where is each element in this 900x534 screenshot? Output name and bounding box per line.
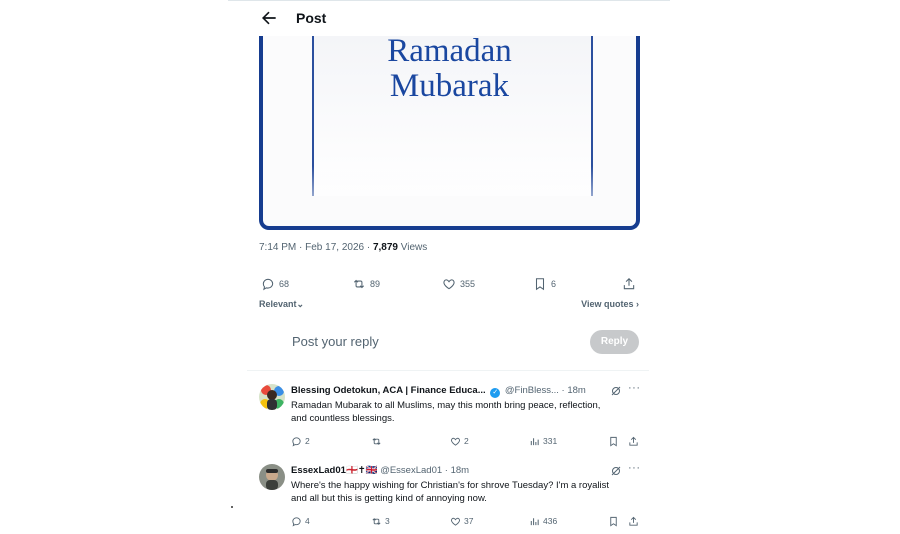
reply-header: Blessing Odetokun, ACA | Finance Educa..… bbox=[291, 385, 586, 398]
more-options-icon[interactable]: ··· bbox=[628, 462, 641, 474]
reply-time[interactable]: 18m bbox=[451, 465, 469, 476]
post-column: Post Ramadan Mubarak 7:14 PM · Feb 17, 2… bbox=[247, 0, 649, 534]
share-icon bbox=[629, 436, 638, 446]
grok-icon[interactable] bbox=[610, 385, 622, 397]
reply-share-button[interactable] bbox=[628, 514, 639, 528]
verified-badge-icon: ✓ bbox=[490, 388, 501, 398]
author-name[interactable]: Blessing Odetokun, ACA | Finance Educa..… bbox=[291, 385, 486, 396]
author-handle[interactable]: @EssexLad01 bbox=[380, 465, 442, 476]
author-name[interactable]: EssexLad01 bbox=[291, 465, 346, 476]
post-header: Post bbox=[247, 0, 649, 36]
author-flags: 🏴󠁧󠁢󠁥󠁮󠁧󠁿✝🇬🇧 bbox=[345, 465, 378, 476]
chevron-right-icon: › bbox=[636, 299, 639, 309]
reply-icon bbox=[292, 436, 301, 447]
share-icon bbox=[629, 516, 638, 526]
like-count: 355 bbox=[460, 279, 476, 289]
repost-button[interactable]: 89 bbox=[352, 275, 380, 293]
bookmark-icon bbox=[610, 516, 617, 526]
share-button[interactable] bbox=[622, 275, 636, 293]
reply-like-button[interactable]: 2 bbox=[450, 434, 469, 448]
bookmark-icon bbox=[535, 278, 545, 291]
post-meta: 7:14 PM · Feb 17, 2026 · 7,879 Views bbox=[259, 242, 427, 253]
reply-icon bbox=[262, 278, 274, 291]
reply-repost-button[interactable]: 3 bbox=[371, 514, 390, 528]
image-text-line1: Ramadan bbox=[387, 36, 512, 69]
bookmark-count: 6 bbox=[551, 279, 557, 289]
view-quotes-link[interactable]: View quotes › bbox=[581, 299, 639, 309]
post-image[interactable]: Ramadan Mubarak bbox=[259, 36, 640, 230]
divider bbox=[247, 370, 649, 371]
heart-icon bbox=[443, 279, 455, 290]
reply-composer: Post your reply Reply bbox=[247, 320, 649, 366]
heart-icon bbox=[451, 517, 460, 526]
page-title: Post bbox=[296, 10, 327, 26]
reply-bookmark-button[interactable] bbox=[608, 434, 619, 448]
repost-icon bbox=[353, 279, 365, 289]
view-count: 7,879 bbox=[372, 242, 398, 253]
reply-submit-button[interactable]: Reply bbox=[590, 330, 639, 354]
views-chart-icon bbox=[530, 517, 539, 525]
image-text-line2: Mubarak bbox=[389, 68, 510, 104]
grok-icon[interactable] bbox=[610, 465, 622, 477]
reply-sort-dropdown[interactable]: Relevant⌄ bbox=[259, 299, 304, 310]
chevron-down-icon: ⌄ bbox=[296, 299, 305, 309]
view-quotes-label: View quotes bbox=[581, 299, 634, 309]
reply-repost-button[interactable] bbox=[371, 434, 382, 448]
repost-count: 89 bbox=[370, 279, 381, 289]
more-options-icon[interactable]: ··· bbox=[628, 382, 641, 394]
reply-time[interactable]: 18m bbox=[567, 385, 585, 396]
avatar[interactable] bbox=[259, 464, 285, 490]
sort-label: Relevant bbox=[259, 299, 297, 309]
image-headline: Ramadan Mubarak bbox=[263, 36, 636, 104]
reply-bookmark-button[interactable] bbox=[608, 514, 619, 528]
back-arrow-icon[interactable] bbox=[259, 8, 279, 28]
stray-dot bbox=[231, 506, 233, 508]
reply-icon bbox=[292, 516, 301, 527]
post-action-bar: 68 89 355 6 bbox=[259, 275, 640, 293]
bookmark-icon bbox=[610, 436, 617, 446]
bookmark-button[interactable]: 6 bbox=[533, 275, 556, 293]
reply-like-button[interactable]: 37 bbox=[450, 514, 473, 528]
like-button[interactable]: 355 bbox=[442, 275, 475, 293]
repost-icon bbox=[372, 517, 381, 525]
post-timestamp[interactable]: 7:14 PM · Feb 17, 2026 · bbox=[259, 242, 373, 253]
reply-text: Where's the happy wishing for Christian'… bbox=[291, 480, 610, 504]
reply-button[interactable]: 68 bbox=[261, 275, 289, 293]
reply-count: 68 bbox=[279, 279, 290, 289]
reply-input[interactable]: Post your reply bbox=[292, 334, 379, 349]
repost-icon bbox=[372, 437, 381, 445]
author-handle[interactable]: @FinBless... bbox=[505, 385, 559, 396]
views-chart-icon bbox=[530, 437, 539, 445]
views-label: Views bbox=[397, 242, 428, 253]
share-icon bbox=[623, 278, 635, 290]
reply-views-button[interactable]: 436 bbox=[529, 514, 557, 528]
reply-share-button[interactable] bbox=[628, 434, 639, 448]
heart-icon bbox=[451, 437, 460, 446]
reply-header: EssexLad01🏴󠁧󠁢󠁥󠁮󠁧󠁿✝🇬🇧 @EssexLad01 · 18m bbox=[291, 465, 470, 476]
avatar[interactable] bbox=[259, 384, 285, 410]
reply-reply-button[interactable]: 2 bbox=[291, 434, 310, 448]
reply-views-button[interactable]: 331 bbox=[529, 434, 557, 448]
reply-reply-button[interactable]: 4 bbox=[291, 514, 310, 528]
reply-text: Ramadan Mubarak to all Muslims, may this… bbox=[291, 400, 601, 424]
